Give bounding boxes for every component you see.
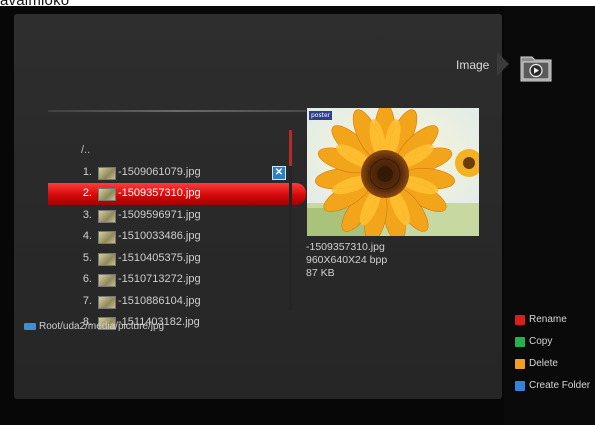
- media-folder-icon: [520, 56, 552, 82]
- legend-rename[interactable]: Rename: [515, 313, 590, 335]
- file-row-5[interactable]: 5. -1510405375.jpg: [48, 248, 306, 270]
- legend-create-folder[interactable]: Create Folder: [515, 379, 590, 401]
- row-number: 5.: [82, 251, 92, 264]
- legend-label: Delete: [529, 358, 558, 369]
- image-file-icon: [98, 188, 116, 201]
- row-number: 1.: [82, 165, 92, 178]
- row-number: 6.: [82, 273, 92, 285]
- file-row-1[interactable]: 1. -1509061079.jpg ✕: [48, 162, 306, 184]
- row-number: 7.: [82, 294, 92, 307]
- file-name: -1510886104.jpg: [118, 294, 201, 307]
- file-name: -1509357310.jpg: [118, 187, 201, 199]
- row-number: 2.: [82, 187, 92, 199]
- file-list-scrollbar[interactable]: [289, 130, 292, 310]
- red-key-icon: [515, 315, 525, 325]
- row-number: 4.: [82, 230, 92, 242]
- file-name: -1509596971.jpg: [118, 208, 201, 221]
- file-list: /.. 1. -1509061079.jpg ✕ 2. -1509357310.…: [48, 140, 306, 334]
- file-row-7[interactable]: 7. -1510886104.jpg: [48, 291, 306, 313]
- legend-copy[interactable]: Copy: [515, 335, 590, 357]
- usb-drive-icon: [24, 322, 36, 330]
- file-row-6[interactable]: 6. -1510713272.jpg: [48, 269, 306, 291]
- divider: [48, 110, 306, 112]
- file-row-2[interactable]: 2. -1509357310.jpg: [48, 183, 306, 205]
- blue-key-icon: [515, 381, 525, 391]
- preview-badge: poster: [309, 111, 333, 120]
- image-file-icon: [98, 295, 116, 309]
- green-key-icon: [515, 337, 525, 347]
- info-size: 87 KB: [306, 267, 335, 279]
- caption-text: avaimioko: [0, 0, 70, 9]
- image-file-icon: [98, 166, 116, 180]
- info-dimensions: 960X640X24 bpp: [306, 254, 388, 266]
- scrollbar-thumb[interactable]: [289, 130, 292, 166]
- tv-screen: /.. 1. -1509061079.jpg ✕ 2. -1509357310.…: [0, 6, 595, 425]
- legend-label: Create Folder: [529, 380, 591, 391]
- legend-delete[interactable]: Delete: [515, 357, 590, 379]
- file-name: -1510033486.jpg: [118, 230, 201, 242]
- legend-label: Rename: [529, 314, 567, 325]
- path-text: Root/uda2/media/picture/jpg: [39, 321, 165, 332]
- file-row-4[interactable]: 4. -1510033486.jpg: [48, 226, 306, 248]
- parent-directory-label: /..: [81, 144, 91, 156]
- current-path: Root/uda2/media/picture/jpg: [24, 321, 164, 332]
- image-file-icon: [98, 231, 116, 244]
- file-name: -1510405375.jpg: [118, 251, 201, 264]
- info-filename: -1509357310.jpg: [306, 241, 385, 253]
- file-name: -1510713272.jpg: [118, 273, 201, 285]
- mode-title: Image: [456, 58, 490, 72]
- yellow-key-icon: [515, 359, 525, 369]
- image-file-icon: [98, 252, 116, 266]
- row-number: 3.: [82, 208, 92, 221]
- parent-directory-row[interactable]: /..: [48, 140, 306, 162]
- marked-checkbox-icon[interactable]: ✕: [272, 165, 286, 180]
- image-file-icon: [98, 274, 116, 287]
- file-info: -1509357310.jpg 960X640X24 bpp 87 KB: [306, 241, 387, 280]
- file-name: -1509061079.jpg: [118, 165, 201, 178]
- image-preview: poster: [307, 108, 479, 236]
- mode-pointer-icon: [497, 52, 509, 76]
- legend-label: Copy: [529, 336, 553, 347]
- color-key-legend: Rename Copy Delete Create Folder: [515, 313, 590, 401]
- image-file-icon: [98, 209, 116, 223]
- file-row-3[interactable]: 3. -1509596971.jpg: [48, 205, 306, 227]
- sunflower-preview-image: [307, 108, 479, 236]
